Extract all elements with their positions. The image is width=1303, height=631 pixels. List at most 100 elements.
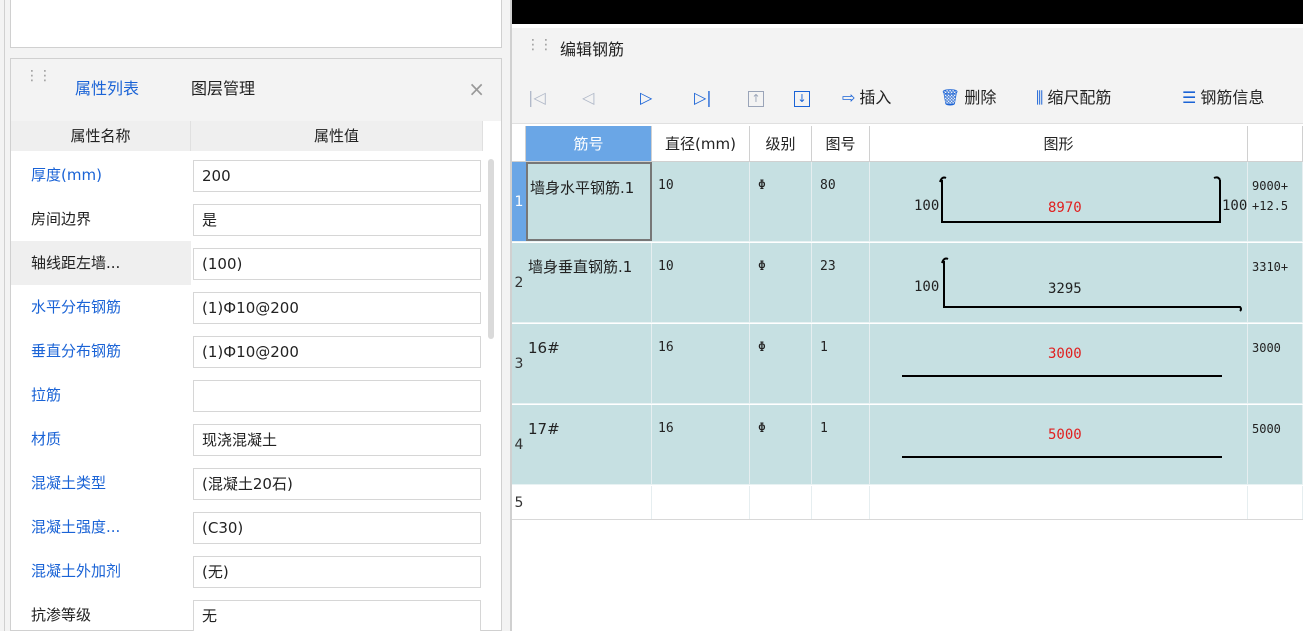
header-shape[interactable]: 图形 (870, 126, 1248, 162)
grade-cell[interactable]: Φ (750, 405, 812, 484)
editor-title: 编辑钢筋 (560, 40, 625, 59)
tab-layer-management[interactable]: 图层管理 (191, 59, 255, 119)
property-value-field[interactable]: (100) (193, 248, 481, 280)
property-name: 轴线距左墙... (11, 241, 191, 285)
bar-number-cell[interactable]: 16# (526, 324, 652, 403)
last-record-icon[interactable]: ▷| (694, 86, 712, 110)
property-row: 混凝土强度... (C30) (11, 505, 485, 549)
figure-no-cell[interactable]: 80 (812, 162, 870, 241)
property-row: 抗渗等级 无 (11, 593, 485, 631)
property-name: 材质 (31, 430, 62, 448)
table-row[interactable]: 1 墙身水平钢筋.1 10 Φ 80 100 100 8970 9000+ +12.5 (512, 162, 1303, 242)
shape-cell[interactable]: 3000 (870, 324, 1248, 403)
properties-header: ⋮⋮ 属性列表 图层管理 × (11, 59, 501, 121)
table-row[interactable]: 4 17# 16 Φ 1 5000 5000 (512, 405, 1303, 485)
shape-cell[interactable] (870, 486, 1248, 519)
diameter-cell[interactable]: 10 (652, 243, 750, 322)
property-value-field[interactable]: 200 (193, 160, 481, 192)
first-record-icon[interactable]: |◁ (528, 86, 546, 110)
calc-line: 3000 (1252, 341, 1281, 355)
header-calc[interactable] (1248, 126, 1303, 162)
property-name: 房间边界 (31, 210, 92, 228)
calc-cell[interactable]: 9000+ +12.5 (1248, 162, 1303, 241)
drag-grip-icon[interactable]: ⋮⋮ (526, 38, 553, 52)
row-number[interactable]: 2 (512, 243, 526, 322)
top-empty-box (10, 0, 502, 48)
dimension-label: 100 (914, 279, 940, 295)
row-number[interactable]: 4 (512, 405, 526, 484)
shape-cell[interactable]: 100 100 8970 (870, 162, 1248, 241)
property-value-field[interactable]: (混凝土20石) (193, 468, 481, 500)
bar-number-cell[interactable]: 墙身垂直钢筋.1 (526, 243, 652, 322)
bar-number-cell[interactable]: 墙身水平钢筋.1 (526, 162, 652, 241)
property-value-field[interactable]: (1)Ф10@200 (193, 292, 481, 324)
calc-cell[interactable]: 3000 (1248, 324, 1303, 403)
delete-button[interactable]: 🗑 删除 (940, 86, 996, 110)
table-row[interactable]: 5 (512, 486, 1303, 520)
previous-record-icon[interactable]: ◁ (582, 86, 594, 110)
grade-cell[interactable]: Φ (750, 324, 812, 403)
property-value-field[interactable]: (C30) (193, 512, 481, 544)
calc-line: 9000+ (1252, 179, 1289, 193)
property-value-field[interactable]: (无) (193, 556, 481, 588)
properties-panel: ⋮⋮ 属性列表 图层管理 × 属性名称 属性值 厚度(mm) 200 房间边界 是轴线… (10, 58, 502, 631)
property-value-field[interactable]: 是 (193, 204, 481, 236)
close-icon[interactable]: × (468, 59, 485, 119)
property-name: 混凝土外加剂 (31, 562, 122, 580)
property-value-field[interactable]: 现浇混凝土 (193, 424, 481, 456)
header-diameter[interactable]: 直径(mm) (652, 126, 750, 162)
figure-no-cell[interactable]: 1 (812, 324, 870, 403)
figure-no-cell[interactable]: 1 (812, 405, 870, 484)
move-up-icon[interactable]: ↑ (748, 86, 764, 110)
row-number[interactable]: 3 (512, 324, 526, 403)
diameter-cell[interactable] (652, 486, 750, 519)
calc-cell[interactable] (1248, 486, 1303, 519)
shape-cell[interactable]: 5000 (870, 405, 1248, 484)
row-number[interactable]: 5 (512, 486, 526, 519)
diameter-cell[interactable]: 10 (652, 162, 750, 241)
scale-rebar-button[interactable]: ⫼ 缩尺配筋 (1036, 86, 1111, 110)
property-value-field[interactable]: 无 (193, 600, 481, 631)
grade-cell[interactable]: Φ (750, 162, 812, 241)
table-row[interactable]: 3 16# 16 Φ 1 3000 3000 (512, 324, 1303, 404)
delete-label: 删除 (964, 88, 997, 107)
property-row: 垂直分布钢筋 (1)Ф10@200 (11, 329, 485, 373)
dimension-label: 100 (914, 198, 940, 214)
calc-line: 5000 (1252, 422, 1281, 436)
table-row[interactable]: 2 墙身垂直钢筋.1 10 Φ 23 100 3295 3310+ (512, 243, 1303, 323)
shape-cell[interactable]: 100 3295 (870, 243, 1248, 322)
property-name: 垂直分布钢筋 (31, 342, 122, 360)
calc-cell[interactable]: 5000 (1248, 405, 1303, 484)
next-record-icon[interactable]: ▷ (640, 86, 652, 110)
insert-button[interactable]: ⇨ 插入 (842, 86, 891, 110)
tab-property-list[interactable]: 属性列表 (75, 59, 139, 119)
property-value-field[interactable]: (1)Ф10@200 (193, 336, 481, 368)
dimension-label: 3295 (1048, 281, 1082, 297)
bar-number-cell[interactable] (526, 486, 652, 519)
header-bar-number[interactable]: 筋号 (526, 126, 652, 162)
calc-cell[interactable]: 3310+ (1248, 243, 1303, 322)
property-value-field[interactable] (193, 380, 481, 412)
grade-cell[interactable] (750, 486, 812, 519)
header-figure-no[interactable]: 图号 (812, 126, 870, 162)
rebar-info-button[interactable]: ☰ 钢筋信息 (1182, 86, 1264, 110)
header-grade[interactable]: 级别 (750, 126, 812, 162)
diameter-cell[interactable]: 16 (652, 324, 750, 403)
move-down-icon[interactable]: ↓ (794, 86, 810, 110)
row-number[interactable]: 1 (512, 162, 526, 241)
viewport-strip (512, 0, 1303, 24)
property-row: 水平分布钢筋 (1)Ф10@200 (11, 285, 485, 329)
diameter-cell[interactable]: 16 (652, 405, 750, 484)
property-row: 混凝土外加剂 (无) (11, 549, 485, 593)
info-label: 钢筋信息 (1200, 88, 1265, 107)
dimension-label: 100 (1222, 198, 1248, 214)
rebar-shape-drawing (902, 456, 1222, 458)
info-icon: ☰ (1182, 88, 1197, 107)
drag-grip-icon[interactable]: ⋮⋮ (25, 69, 52, 83)
figure-no-cell[interactable]: 23 (812, 243, 870, 322)
figure-no-cell[interactable] (812, 486, 870, 519)
scrollbar[interactable] (488, 159, 494, 339)
bar-number-cell[interactable]: 17# (526, 405, 652, 484)
property-name: 混凝土强度... (31, 518, 121, 536)
grade-cell[interactable]: Φ (750, 243, 812, 322)
